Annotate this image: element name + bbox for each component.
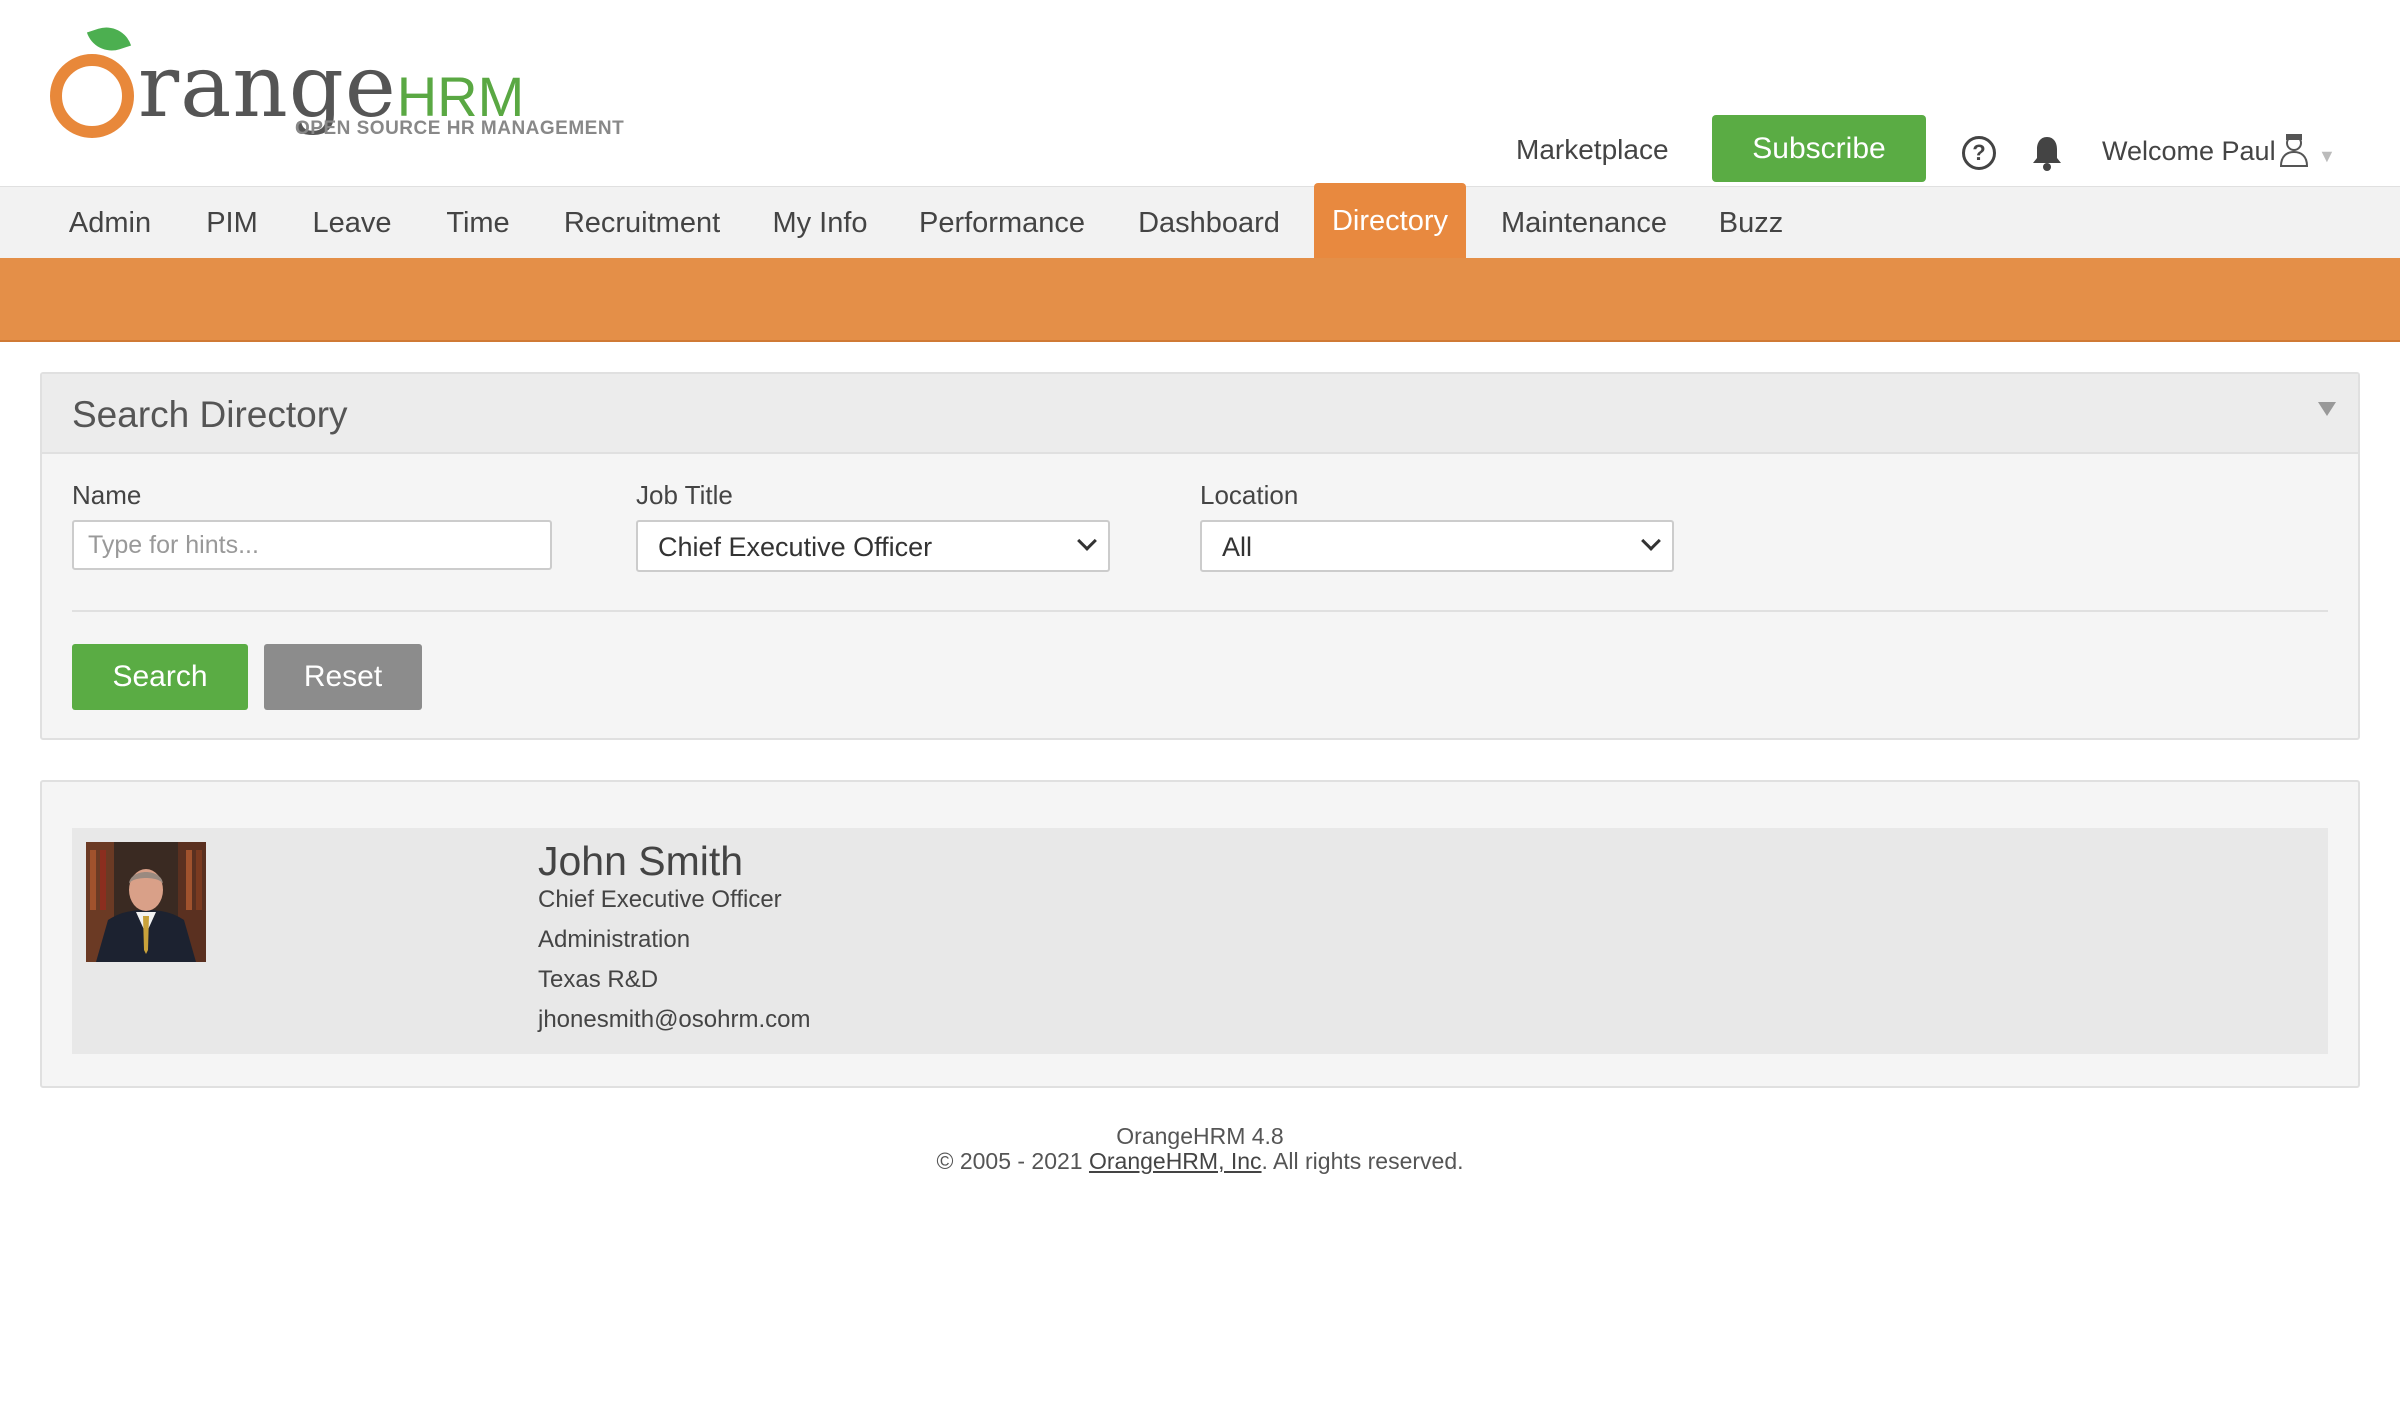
job-title-select[interactable]: Chief Executive Officer [636, 520, 1110, 572]
help-icon[interactable]: ? [1962, 136, 1996, 170]
employee-department: Administration [538, 926, 691, 953]
main-nav: Admin PIM Leave Time Recruitment My Info… [0, 183, 2400, 259]
directory-results-panel: John Smith Chief Executive Officer Admin… [40, 780, 2360, 1088]
chevron-down-icon [1641, 531, 1661, 551]
nav-item-maintenance[interactable]: Maintenance [1488, 187, 1680, 259]
header: rangeHRM OPEN SOURCE HR MANAGEMENT Marke… [0, 0, 2400, 184]
subscribe-button[interactable]: Subscribe [1712, 115, 1926, 182]
nav-item-admin[interactable]: Admin [42, 187, 178, 259]
employee-card: John Smith Chief Executive Officer Admin… [72, 828, 2328, 1054]
nav-item-performance[interactable]: Performance [906, 187, 1098, 259]
search-directory-panel: Search Directory Name Job Title Chief Ex… [40, 372, 2360, 740]
panel-header: Search Directory [42, 374, 2358, 454]
nav-item-pim[interactable]: PIM [188, 187, 276, 259]
nav-item-directory[interactable]: Directory [1314, 183, 1466, 259]
chevron-down-icon [1077, 531, 1097, 551]
employee-job-title: Chief Executive Officer [538, 886, 782, 913]
nav-item-my-info[interactable]: My Info [758, 187, 882, 259]
footer-copyright: © 2005 - 2021 OrangeHRM, Inc. All rights… [0, 1149, 2400, 1174]
collapse-toggle-icon[interactable] [2318, 402, 2336, 416]
nav-item-leave[interactable]: Leave [292, 187, 412, 259]
nav-item-time[interactable]: Time [428, 187, 528, 259]
location-label: Location [1200, 480, 1299, 510]
job-title-selected-value: Chief Executive Officer [658, 532, 933, 562]
user-icon[interactable] [2278, 132, 2310, 168]
panel-title: Search Directory [72, 394, 348, 435]
logo-orange-icon [50, 54, 134, 138]
footer-version: OrangeHRM 4.8 [1116, 1123, 1284, 1149]
copyright-suffix: . All rights reserved. [1261, 1148, 1464, 1174]
location-select[interactable]: All [1200, 520, 1674, 572]
caret-down-icon[interactable]: ▼ [2318, 146, 2336, 167]
search-button[interactable]: Search [72, 644, 248, 710]
employee-location: Texas R&D [538, 966, 659, 993]
employee-email[interactable]: jhonesmith@osohrm.com [538, 1006, 810, 1034]
name-label: Name [72, 480, 142, 510]
employee-name[interactable]: John Smith [538, 838, 743, 885]
logo-leaf-icon [86, 20, 132, 58]
job-title-label: Job Title [636, 480, 733, 510]
welcome-user-text[interactable]: Welcome Paul [2102, 136, 2276, 167]
reset-button[interactable]: Reset [264, 644, 422, 710]
bell-icon[interactable] [2030, 134, 2064, 172]
nav-item-buzz[interactable]: Buzz [1706, 187, 1796, 259]
logo-tagline: OPEN SOURCE HR MANAGEMENT [295, 118, 625, 139]
nav-item-recruitment[interactable]: Recruitment [550, 187, 734, 259]
orangehrm-logo[interactable]: rangeHRM OPEN SOURCE HR MANAGEMENT [46, 20, 626, 144]
footer: OrangeHRM 4.8 © 2005 - 2021 OrangeHRM, I… [0, 1124, 2400, 1174]
copyright-prefix: © 2005 - 2021 [936, 1148, 1089, 1174]
nav-item-dashboard[interactable]: Dashboard [1124, 187, 1294, 259]
company-link[interactable]: OrangeHRM, Inc [1089, 1148, 1262, 1174]
form-divider [72, 610, 2328, 612]
orange-banner [0, 258, 2400, 342]
location-selected-value: All [1222, 532, 1253, 562]
employee-photo[interactable] [86, 842, 206, 962]
marketplace-link[interactable]: Marketplace [1516, 134, 1669, 166]
name-search-input[interactable] [72, 520, 552, 570]
